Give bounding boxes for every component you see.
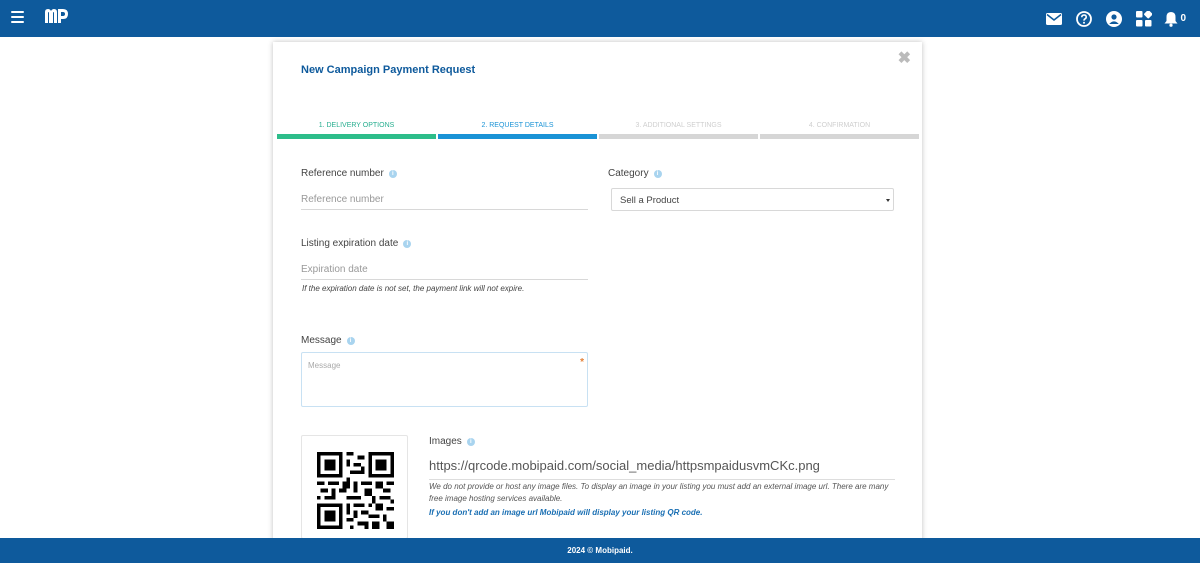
mobipaid-logo[interactable] — [43, 7, 70, 25]
payment-request-modal: ✖ New Campaign Payment Request 1. DELIVE… — [273, 42, 922, 542]
info-icon[interactable]: i — [388, 169, 397, 178]
mail-icon[interactable] — [1044, 9, 1064, 29]
apps-icon[interactable] — [1134, 9, 1154, 29]
caret-down-icon — [886, 199, 890, 202]
step-request-details[interactable]: 2. REQUEST DETAILS — [438, 120, 597, 139]
step-label: 1. DELIVERY OPTIONS — [318, 122, 395, 129]
notification-count: 0 — [1180, 13, 1186, 24]
menu-icon[interactable] — [11, 11, 24, 23]
wizard-steps: 1. DELIVERY OPTIONS 2. REQUEST DETAILS 3… — [277, 120, 919, 139]
images-label-text: Images — [429, 436, 462, 447]
category-selected-value: Sell a Product — [620, 195, 680, 206]
info-icon[interactable]: i — [346, 336, 355, 345]
footer: 2024 © Mobipaid. — [0, 538, 1200, 563]
reference-number-input[interactable] — [301, 190, 588, 210]
qr-code-image — [317, 452, 394, 529]
category-label: Category i — [608, 168, 662, 179]
close-icon[interactable]: ✖ — [898, 48, 911, 68]
top-navbar: 0 — [0, 0, 1200, 37]
images-label: Images i — [429, 436, 475, 447]
qr-code-preview — [301, 435, 408, 539]
required-indicator: * — [580, 357, 584, 368]
expiration-date-label: Listing expiration date i — [301, 238, 412, 249]
category-label-text: Category — [608, 168, 649, 179]
step-progress-bar — [599, 134, 758, 139]
expiration-hint: If the expiration date is not set, the p… — [302, 284, 525, 293]
step-progress-bar — [277, 134, 436, 139]
footer-copyright: 2024 © Mobipaid. — [567, 546, 633, 555]
step-label: 3. ADDITIONAL SETTINGS — [635, 122, 722, 129]
info-icon[interactable]: i — [466, 437, 475, 446]
message-label: Message i — [301, 335, 355, 346]
step-label: 2. REQUEST DETAILS — [481, 122, 554, 129]
image-hosting-note: We do not provide or host any image file… — [429, 482, 889, 503]
expiration-date-input[interactable] — [301, 260, 588, 280]
reference-number-label: Reference number i — [301, 168, 397, 179]
category-select[interactable]: Sell a Product — [611, 188, 894, 211]
account-icon[interactable] — [1104, 9, 1124, 29]
step-progress-bar — [438, 134, 597, 139]
step-label: 4. CONFIRMATION — [808, 122, 871, 129]
message-textarea[interactable]: Message * — [301, 352, 588, 407]
message-label-text: Message — [301, 335, 342, 346]
step-additional-settings[interactable]: 3. ADDITIONAL SETTINGS — [599, 120, 758, 139]
expiration-date-label-text: Listing expiration date — [301, 238, 399, 249]
info-icon[interactable]: i — [653, 169, 662, 178]
step-confirmation[interactable]: 4. CONFIRMATION — [760, 120, 919, 139]
reference-number-label-text: Reference number — [301, 168, 384, 179]
message-placeholder: Message — [308, 361, 341, 370]
step-delivery-options[interactable]: 1. DELIVERY OPTIONS — [277, 120, 436, 139]
image-url-input[interactable]: https://qrcode.mobipaid.com/social_media… — [429, 458, 895, 480]
info-icon[interactable]: i — [403, 239, 412, 248]
modal-title: New Campaign Payment Request — [301, 64, 476, 76]
image-qr-fallback-note: If you don't add an image url Mobipaid w… — [429, 508, 703, 517]
step-progress-bar — [760, 134, 919, 139]
bell-icon[interactable]: 0 — [1164, 9, 1186, 29]
help-icon[interactable] — [1074, 9, 1094, 29]
